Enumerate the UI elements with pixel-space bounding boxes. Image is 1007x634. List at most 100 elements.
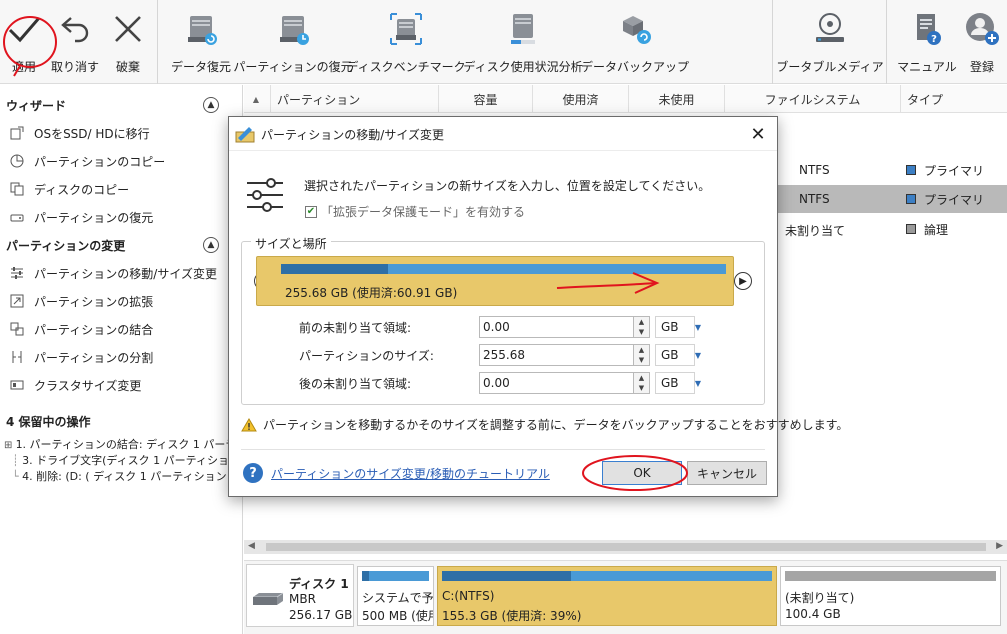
- partition-block[interactable]: システムで予約 500 MB (使用: [357, 566, 434, 626]
- col-used[interactable]: 使用済: [532, 85, 628, 113]
- backup-boxes-icon: [615, 0, 655, 58]
- close-x-icon: [111, 0, 145, 58]
- stepper[interactable]: ▲ ▼: [634, 316, 650, 338]
- tutorial-link[interactable]: パーティションのサイズ変更/移動のチュートリアル: [271, 465, 550, 482]
- nav-cluster-size[interactable]: クラスタサイズ変更: [8, 374, 141, 396]
- nav-partition-recovery[interactable]: パーティションの復元: [8, 206, 153, 228]
- chevron-down-icon[interactable]: ▼: [691, 372, 705, 394]
- spin-up-icon[interactable]: ▲: [634, 317, 649, 327]
- data-recovery-button[interactable]: データ復元: [170, 0, 232, 84]
- discard-button[interactable]: 破棄: [108, 0, 148, 84]
- nav-copy-disk[interactable]: ディスクのコピー: [8, 178, 129, 200]
- type-color-swatch: [906, 165, 916, 175]
- nav-label: パーティションの移動/サイズ変更: [34, 266, 217, 281]
- col-filesystem[interactable]: ファイルシステム: [724, 85, 900, 113]
- nav-label: ディスクのコピー: [34, 182, 130, 197]
- scroll-right-icon[interactable]: ▶: [996, 541, 1003, 551]
- disk-map: ディスク 1 MBR 256.17 GB システムで予約 500 MB (使用 …: [244, 560, 1007, 634]
- stepper[interactable]: ▲ ▼: [634, 372, 650, 394]
- close-icon[interactable]: ✕: [747, 123, 769, 145]
- register-button[interactable]: 登録: [960, 0, 1004, 84]
- partition-size: 500 MB (使用: [362, 609, 434, 623]
- disk-name: ディスク 1: [289, 577, 349, 591]
- partition-resize-bar[interactable]: 255.68 GB (使用済:60.91 GB): [256, 256, 734, 306]
- pending-op-item[interactable]: ⊞ 1. パーティションの結合: ディスク 1 パーティション: [4, 436, 234, 452]
- pending-op-item[interactable]: ┊ 3. ドライブ文字(ディスク 1 パーティション: [12, 452, 242, 468]
- dialog-titlebar[interactable]: パーティションの移動/サイズ変更 ✕: [229, 117, 777, 151]
- pending-op-item[interactable]: └ 4. 削除: (D: ( ディスク 1 パーティション: [12, 468, 242, 484]
- tutorial-help[interactable]: ? パーティションのサイズ変更/移動のチュートリアル: [243, 463, 550, 483]
- stepper[interactable]: ▲ ▼: [634, 344, 650, 366]
- left-panel: ウィザード ▲ OSをSSD/ HDに移行 パーティションのコピー ディスクのコ…: [0, 85, 243, 634]
- spin-down-icon[interactable]: ▼: [634, 355, 649, 365]
- partition-recovery-button[interactable]: パーティションの復元: [233, 0, 353, 84]
- unit-select[interactable]: GB: [655, 344, 695, 366]
- nav-extend-partition[interactable]: パーティションの拡張: [8, 290, 153, 312]
- partition-used-fill: [281, 264, 388, 274]
- unallocated-after-input[interactable]: [479, 372, 634, 394]
- col-capacity[interactable]: 容量: [438, 85, 532, 113]
- partition-block-selected[interactable]: C:(NTFS) 155.3 GB (使用済: 39%): [437, 566, 777, 626]
- help-question-icon[interactable]: ?: [243, 463, 263, 483]
- unit-select[interactable]: GB: [655, 372, 695, 394]
- partition-size-input[interactable]: [479, 344, 634, 366]
- move-right-button[interactable]: ▶: [734, 272, 752, 290]
- partition-size-text: 255.68 GB (使用済:60.91 GB): [285, 286, 458, 300]
- col-unused[interactable]: 未使用: [628, 85, 724, 113]
- manual-button[interactable]: ? マニュアル: [896, 0, 958, 84]
- col-type[interactable]: タイプ: [900, 85, 1007, 113]
- spin-down-icon[interactable]: ▼: [634, 327, 649, 337]
- spin-up-icon[interactable]: ▲: [634, 345, 649, 355]
- unit-select[interactable]: GB: [655, 316, 695, 338]
- scrollbar-thumb[interactable]: [266, 543, 986, 551]
- collapse-up-icon[interactable]: ▲: [203, 97, 219, 113]
- nav-label: パーティションのコピー: [34, 154, 166, 169]
- nav-merge-partition[interactable]: パーティションの結合: [8, 318, 153, 340]
- unallocated-before-input[interactable]: [479, 316, 634, 338]
- horizontal-scrollbar[interactable]: ◀ ▶: [244, 540, 1007, 554]
- bootable-media-button[interactable]: ブータブルメディア: [776, 0, 884, 84]
- cancel-button[interactable]: キャンセル: [687, 461, 767, 485]
- spin-down-icon[interactable]: ▼: [634, 383, 649, 393]
- svg-text:?: ?: [931, 34, 937, 45]
- nav-split-partition[interactable]: パーティションの分割: [8, 346, 153, 368]
- collapse-up-icon[interactable]: ▲: [203, 237, 219, 253]
- disk-benchmark-button[interactable]: ディスクベンチマーク: [346, 0, 466, 84]
- nav-migrate-os[interactable]: OSをSSD/ HDに移行: [8, 122, 150, 144]
- merge-icon: [8, 321, 26, 337]
- manual-label: マニュアル: [897, 60, 957, 74]
- checkbox-checked-icon[interactable]: ✔: [305, 205, 317, 218]
- nav-copy-partition[interactable]: パーティションのコピー: [8, 150, 165, 172]
- field-label: 前の未割り当て領域:: [299, 321, 412, 335]
- app-window: 適用 取り消す 破棄 データ復元 パーティションの復元 ディスクベンチマーク デ…: [0, 0, 1007, 634]
- toolbar: 適用 取り消す 破棄 データ復元 パーティションの復元 ディスクベンチマーク デ…: [0, 0, 1007, 84]
- dialog-title: パーティションの移動/サイズ変更: [261, 128, 444, 142]
- partition-label: C:(NTFS): [442, 589, 495, 603]
- unallocated-block[interactable]: (未割り当て) 100.4 GB: [780, 566, 1001, 626]
- toolbar-separator: [886, 0, 887, 84]
- partition-label: システムで予約: [362, 591, 434, 605]
- scroll-left-icon[interactable]: ◀: [248, 541, 255, 551]
- field-label: 後の未割り当て領域:: [299, 377, 412, 391]
- partition-usage-bar: [442, 571, 772, 581]
- sliders-settings-icon: [247, 178, 283, 212]
- nav-label: パーティションの復元: [34, 210, 154, 225]
- col-partition[interactable]: パーティション: [270, 85, 438, 113]
- space-analyzer-button[interactable]: ディスク使用状況分析: [463, 0, 583, 84]
- chevron-down-icon[interactable]: ▼: [691, 316, 705, 338]
- register-label: 登録: [969, 60, 994, 74]
- warning-text: パーティションを移動するかそのサイズを調整する前に、データをバックアップすること…: [263, 418, 849, 432]
- data-recovery-label: データ復元: [170, 60, 231, 74]
- chevron-down-icon[interactable]: ▼: [691, 344, 705, 366]
- nav-move-resize[interactable]: パーティションの移動/サイズ変更: [8, 262, 217, 284]
- filesystem-cell: 未割り当て: [785, 224, 846, 238]
- disk-info-card[interactable]: ディスク 1 MBR 256.17 GB: [246, 564, 354, 627]
- pending-op-label: 1. パーティションの結合: ディスク 1 パーティション: [15, 438, 234, 451]
- data-backup-button[interactable]: データバックアップ: [581, 0, 689, 84]
- manual-book-icon: ?: [907, 0, 947, 58]
- data-protection-checkbox[interactable]: ✔ 「拡張データ保護モード」を有効する: [305, 203, 525, 220]
- scroll-up-icon[interactable]: ▲: [244, 85, 268, 113]
- red-annotation-circle: [3, 16, 57, 77]
- field-label: パーティションのサイズ:: [299, 349, 434, 363]
- spin-up-icon[interactable]: ▲: [634, 373, 649, 383]
